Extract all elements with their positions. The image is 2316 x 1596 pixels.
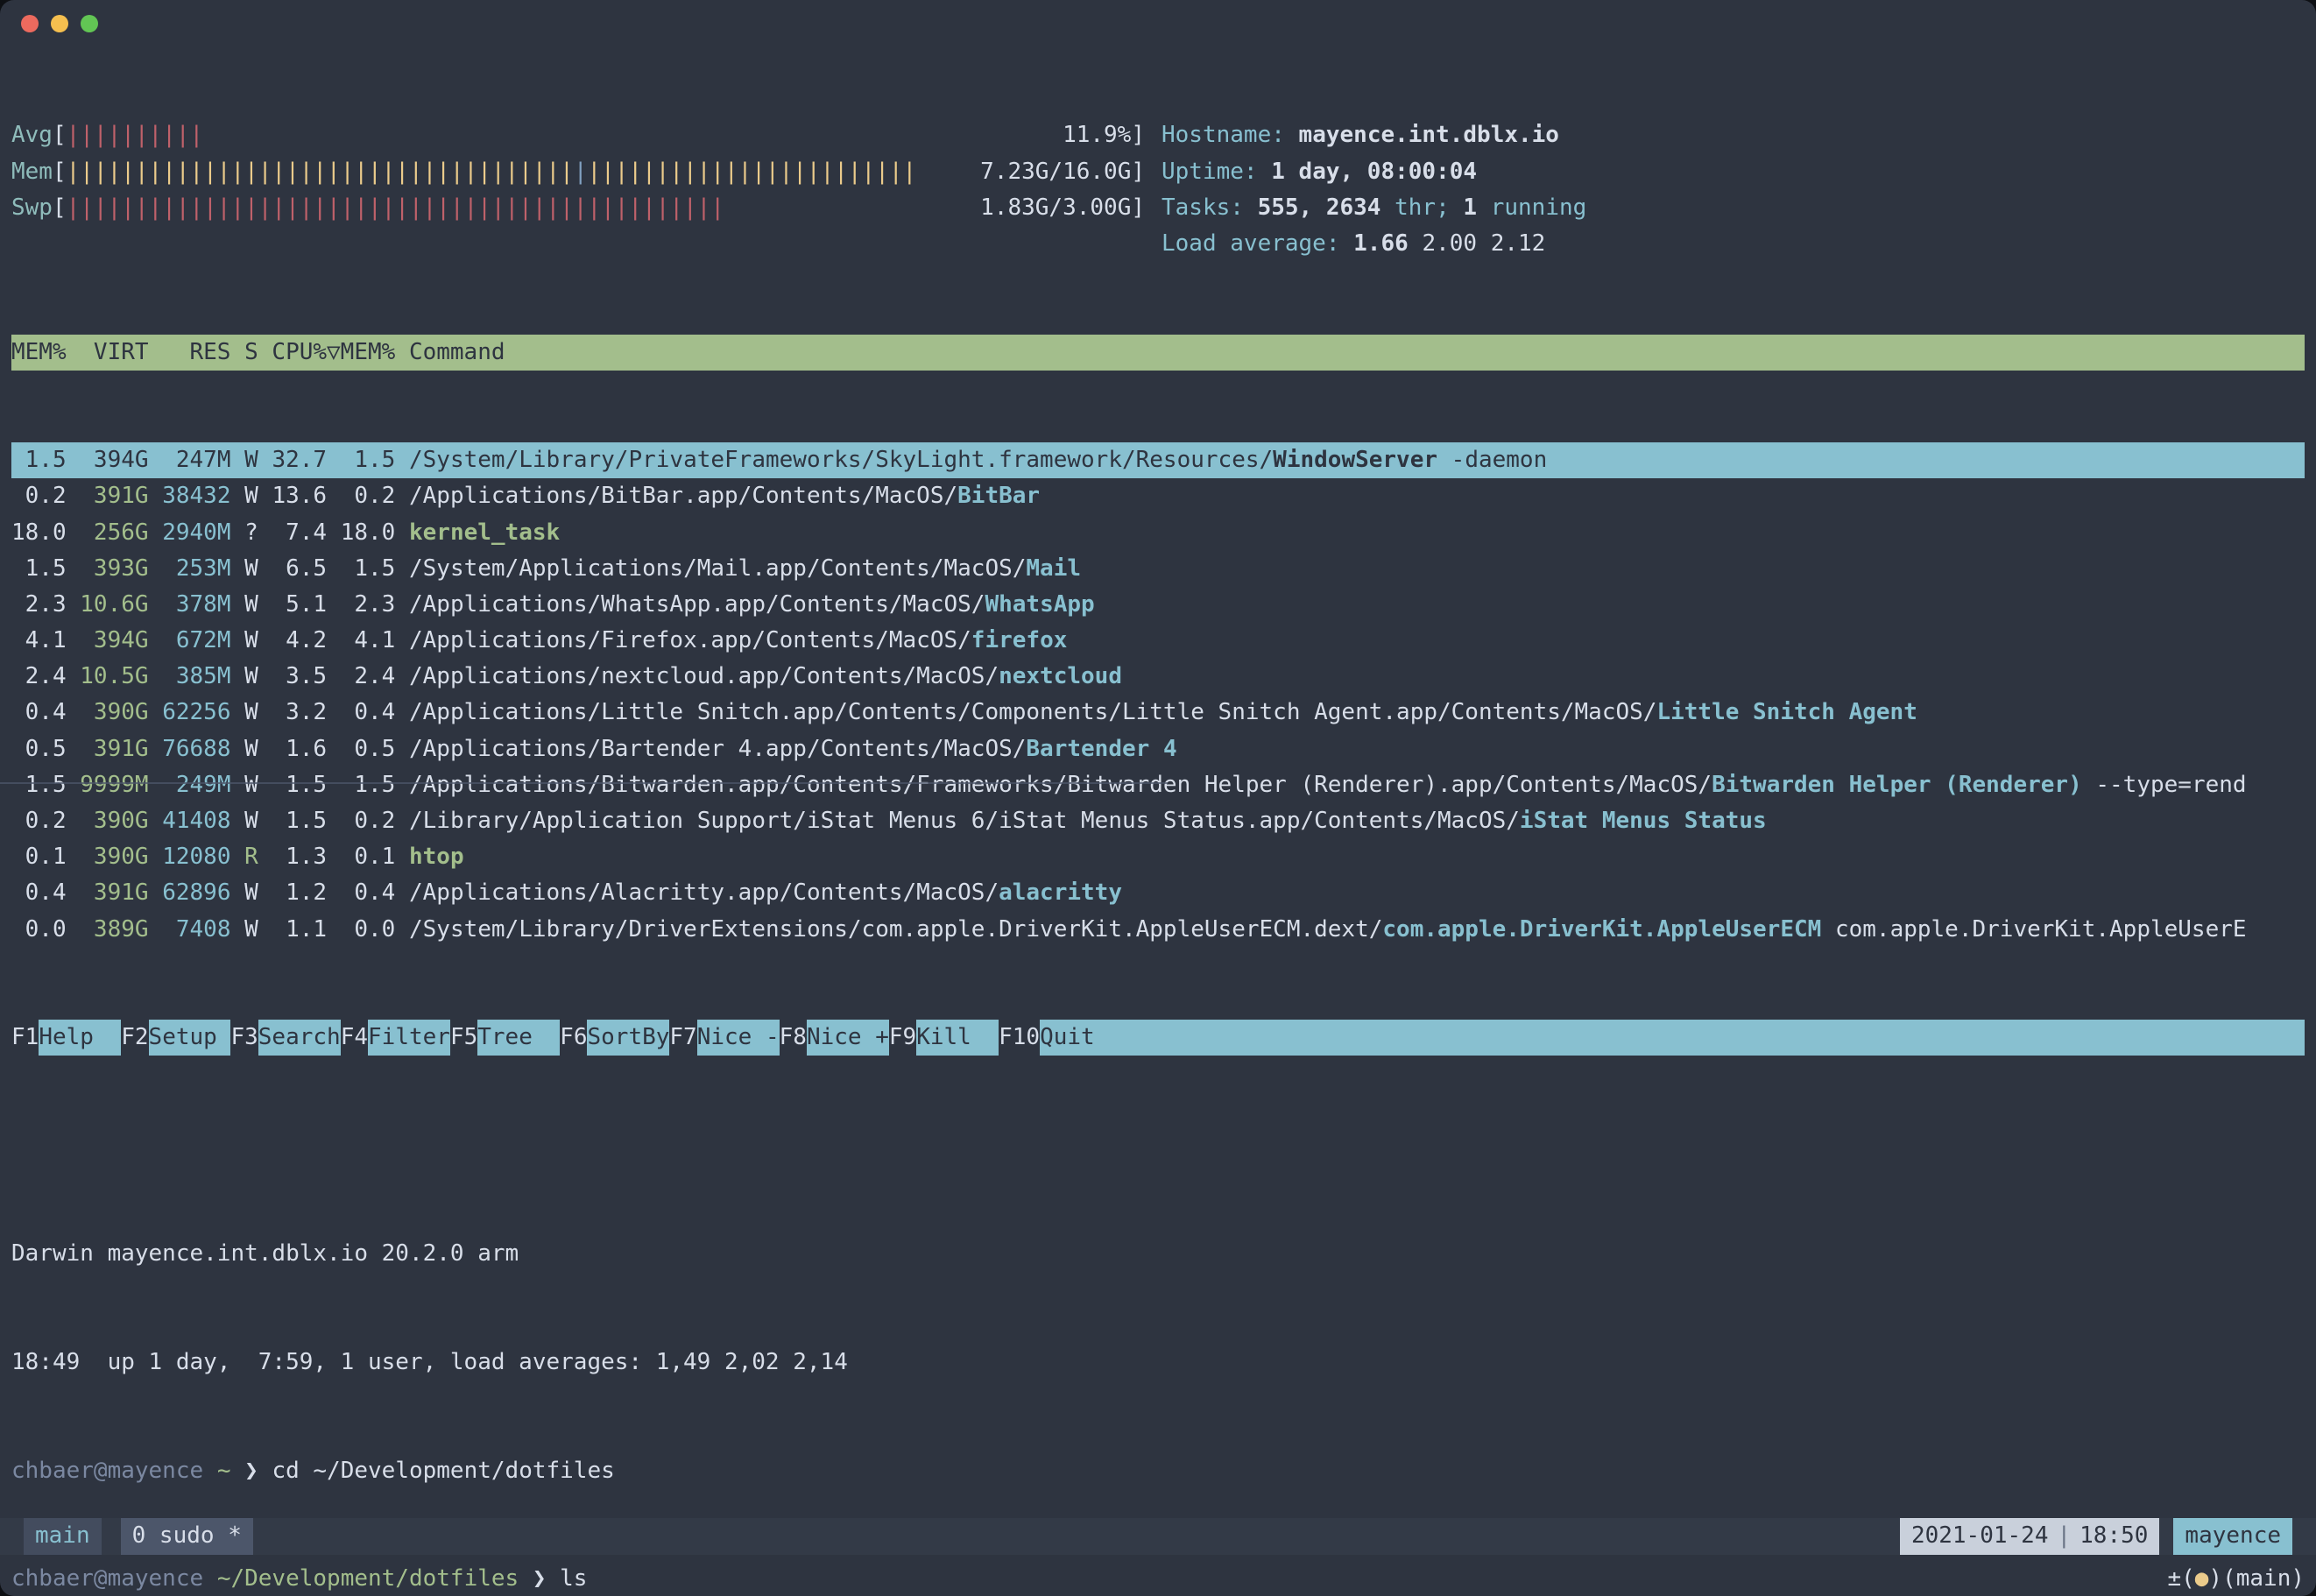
- tmux-status-right: 2021-01-24|18:50 mayence: [1900, 1518, 2292, 1555]
- prompt-command: ls: [560, 1561, 587, 1596]
- fkey-f1-number: F1: [11, 1020, 39, 1056]
- fkey-f4-number: F4: [341, 1020, 368, 1056]
- process-name: firefox: [971, 627, 1068, 653]
- fkey-f8-number: F8: [780, 1020, 807, 1056]
- process-table-header[interactable]: MEM% VIRT RES S CPU%▽MEM% Command: [11, 335, 2305, 371]
- prompt-user-host: chbaer@mayence: [11, 1561, 203, 1596]
- fkey-f4-button[interactable]: Filter: [368, 1020, 450, 1056]
- process-name: Bitwarden Helper (Renderer): [1712, 772, 2082, 798]
- fkey-f6-number: F6: [560, 1020, 587, 1056]
- process-row[interactable]: 0.4 390G 62256 W 3.2 0.4 /Applications/L…: [11, 695, 2305, 731]
- tmux-host-badge: mayence: [2173, 1518, 2292, 1555]
- fkey-f3-number: F3: [230, 1020, 258, 1056]
- avg-meter-bars: ||||||||||: [67, 117, 1063, 153]
- tmux-status-bar: main 0 sudo * 2021-01-24|18:50 mayence: [0, 1518, 2316, 1555]
- process-name: alacritty: [999, 879, 1122, 906]
- prompt-arrow-icon: ❯: [230, 1453, 272, 1489]
- mem-meter-bars: ||||||||||||||||||||||||||||||||||||||||…: [67, 154, 981, 190]
- htop-info-line: Hostname: mayence.int.dblx.io: [1162, 117, 1559, 153]
- prompt-cwd: ~/Development/dotfiles: [217, 1561, 519, 1596]
- process-name: WindowServer: [1273, 447, 1437, 473]
- prompt-line: chbaer@mayence ~/Development/dotfiles ❯ …: [11, 1561, 2305, 1596]
- terminal-window: Avg[||||||||||11.9%] Hostname: mayence.in…: [0, 0, 2316, 1596]
- process-table: 1.5 394G 247M W 32.7 1.5 /System/Library…: [11, 442, 2305, 948]
- prompt-cwd: ~: [217, 1453, 231, 1489]
- process-name: Little Snitch Agent: [1656, 699, 1917, 725]
- uname-line: Darwin mayence.int.dblx.io 20.2.0 arm: [11, 1236, 2305, 1272]
- fkey-f5-button[interactable]: Tree: [477, 1020, 560, 1056]
- swp-meter: Swp[||||||||||||||||||||||||||||||||||||…: [11, 190, 1145, 226]
- process-row[interactable]: 1.5 9999M 249M W 1.5 1.5 /Applications/B…: [11, 767, 2305, 803]
- process-name: BitBar: [957, 483, 1040, 509]
- htop-info-line: Load average: 1.66 2.00 2.12: [1162, 226, 1545, 262]
- blank-line: [11, 1128, 2305, 1164]
- tmux-date: 2021-01-24: [1911, 1518, 2049, 1554]
- fkey-f2-button[interactable]: Setup: [149, 1020, 231, 1056]
- fkey-f9-button[interactable]: Kill: [916, 1020, 999, 1056]
- process-row[interactable]: 0.1 390G 12080 R 1.3 0.1 htop: [11, 839, 2305, 875]
- process-row[interactable]: 0.2 391G 38432 W 13.6 0.2 /Applications/…: [11, 478, 2305, 514]
- fkey-f7-button[interactable]: Nice -: [697, 1020, 780, 1056]
- tmux-window-badge[interactable]: 0 sudo *: [121, 1518, 253, 1555]
- process-name: iStat Menus Status: [1520, 808, 1767, 834]
- uptime-line: 18:49 up 1 day, 7:59, 1 user, load avera…: [11, 1345, 2305, 1381]
- process-name: kernel_task: [409, 519, 560, 546]
- git-status: ±(●)(main): [2167, 1561, 2305, 1596]
- process-row[interactable]: 0.0 389G 7408 W 1.1 0.0 /System/Library/…: [11, 912, 2305, 948]
- process-name: nextcloud: [999, 663, 1122, 689]
- tmux-session-badge[interactable]: main: [24, 1518, 102, 1555]
- prompt-command: cd ~/Development/dotfiles: [272, 1453, 614, 1489]
- process-row[interactable]: 0.2 390G 41408 W 1.5 0.2 /Library/Applic…: [11, 803, 2305, 839]
- process-row[interactable]: 2.4 10.5G 385M W 3.5 2.4 /Applications/n…: [11, 659, 2305, 695]
- minimize-button[interactable]: [51, 15, 68, 32]
- htop-header-line: Mem[||||||||||||||||||||||||||||||||||||…: [11, 154, 2305, 190]
- fbar-filler: [1122, 1020, 2305, 1056]
- process-row[interactable]: 0.5 391G 76688 W 1.6 0.5 /Applications/B…: [11, 731, 2305, 767]
- fkey-f10-number: F10: [999, 1020, 1040, 1056]
- fkey-f1-button[interactable]: Help: [39, 1020, 121, 1056]
- process-row[interactable]: 1.5 393G 253M W 6.5 1.5 /System/Applicat…: [11, 551, 2305, 587]
- swp-meter-bars: ||||||||||||||||||||||||||||||||||||||||…: [67, 190, 981, 226]
- fkey-f10-button[interactable]: Quit: [1040, 1020, 1122, 1056]
- process-row[interactable]: 1.5 394G 247M W 32.7 1.5 /System/Library…: [11, 442, 2305, 478]
- htop-header-meters: Avg[||||||||||11.9%] Hostname: mayence.in…: [11, 117, 2305, 262]
- fkey-f7-number: F7: [669, 1020, 696, 1056]
- tmux-datetime-badge: 2021-01-24|18:50: [1900, 1518, 2159, 1555]
- fkey-f3-button[interactable]: Search: [258, 1020, 341, 1056]
- htop-info-line: Tasks: 555, 2634 thr; 1 running: [1162, 190, 1586, 226]
- process-name: com.apple.DriverKit.AppleUserECM: [1382, 916, 1821, 943]
- process-name: WhatsApp: [985, 591, 1094, 618]
- process-row[interactable]: 2.3 10.6G 378M W 5.1 2.3 /Applications/W…: [11, 587, 2305, 623]
- pane-divider: [0, 782, 1168, 784]
- tmux-time: 18:50: [2079, 1518, 2148, 1554]
- tmux-date-time-separator: |: [2048, 1518, 2079, 1554]
- window-controls: [21, 15, 98, 32]
- prompt-user-host: chbaer@mayence: [11, 1453, 203, 1489]
- process-row[interactable]: 4.1 394G 672M W 4.2 4.1 /Applications/Fi…: [11, 623, 2305, 659]
- htop-header-line: Swp[||||||||||||||||||||||||||||||||||||…: [11, 190, 2305, 226]
- htop-header-line: Avg[||||||||||11.9%] Hostname: mayence.in…: [11, 117, 2305, 153]
- mem-meter: Mem[||||||||||||||||||||||||||||||||||||…: [11, 154, 1145, 190]
- htop-info-line: Uptime: 1 day, 08:00:04: [1162, 154, 1477, 190]
- prompt-arrow-icon: ❯: [519, 1561, 560, 1596]
- process-row[interactable]: 18.0 256G 2940M ? 7.4 18.0 kernel_task: [11, 515, 2305, 551]
- terminal-content: Avg[||||||||||11.9%] Hostname: mayence.in…: [11, 46, 2305, 1596]
- zoom-button[interactable]: [81, 15, 98, 32]
- fkey-f2-number: F2: [121, 1020, 148, 1056]
- process-row[interactable]: 0.4 391G 62896 W 1.2 0.4 /Applications/A…: [11, 875, 2305, 911]
- htop-header-line: Load average: 1.66 2.00 2.12: [11, 226, 2305, 262]
- process-name: Mail: [1026, 555, 1081, 582]
- fkey-f8-button[interactable]: Nice +: [807, 1020, 889, 1056]
- fkey-f5-number: F5: [450, 1020, 477, 1056]
- close-button[interactable]: [21, 15, 39, 32]
- fkey-f6-button[interactable]: SortBy: [587, 1020, 669, 1056]
- htop-function-bar: F1Help F2Setup F3SearchF4FilterF5Tree F6…: [11, 1020, 2305, 1056]
- process-name: htop: [409, 844, 464, 870]
- process-name: Bartender 4: [1026, 736, 1176, 762]
- fkey-f9-number: F9: [889, 1020, 916, 1056]
- avg-meter: Avg[||||||||||11.9%]: [11, 117, 1145, 153]
- prompt-line: chbaer@mayence ~ ❯ cd ~/Development/dotf…: [11, 1453, 2305, 1489]
